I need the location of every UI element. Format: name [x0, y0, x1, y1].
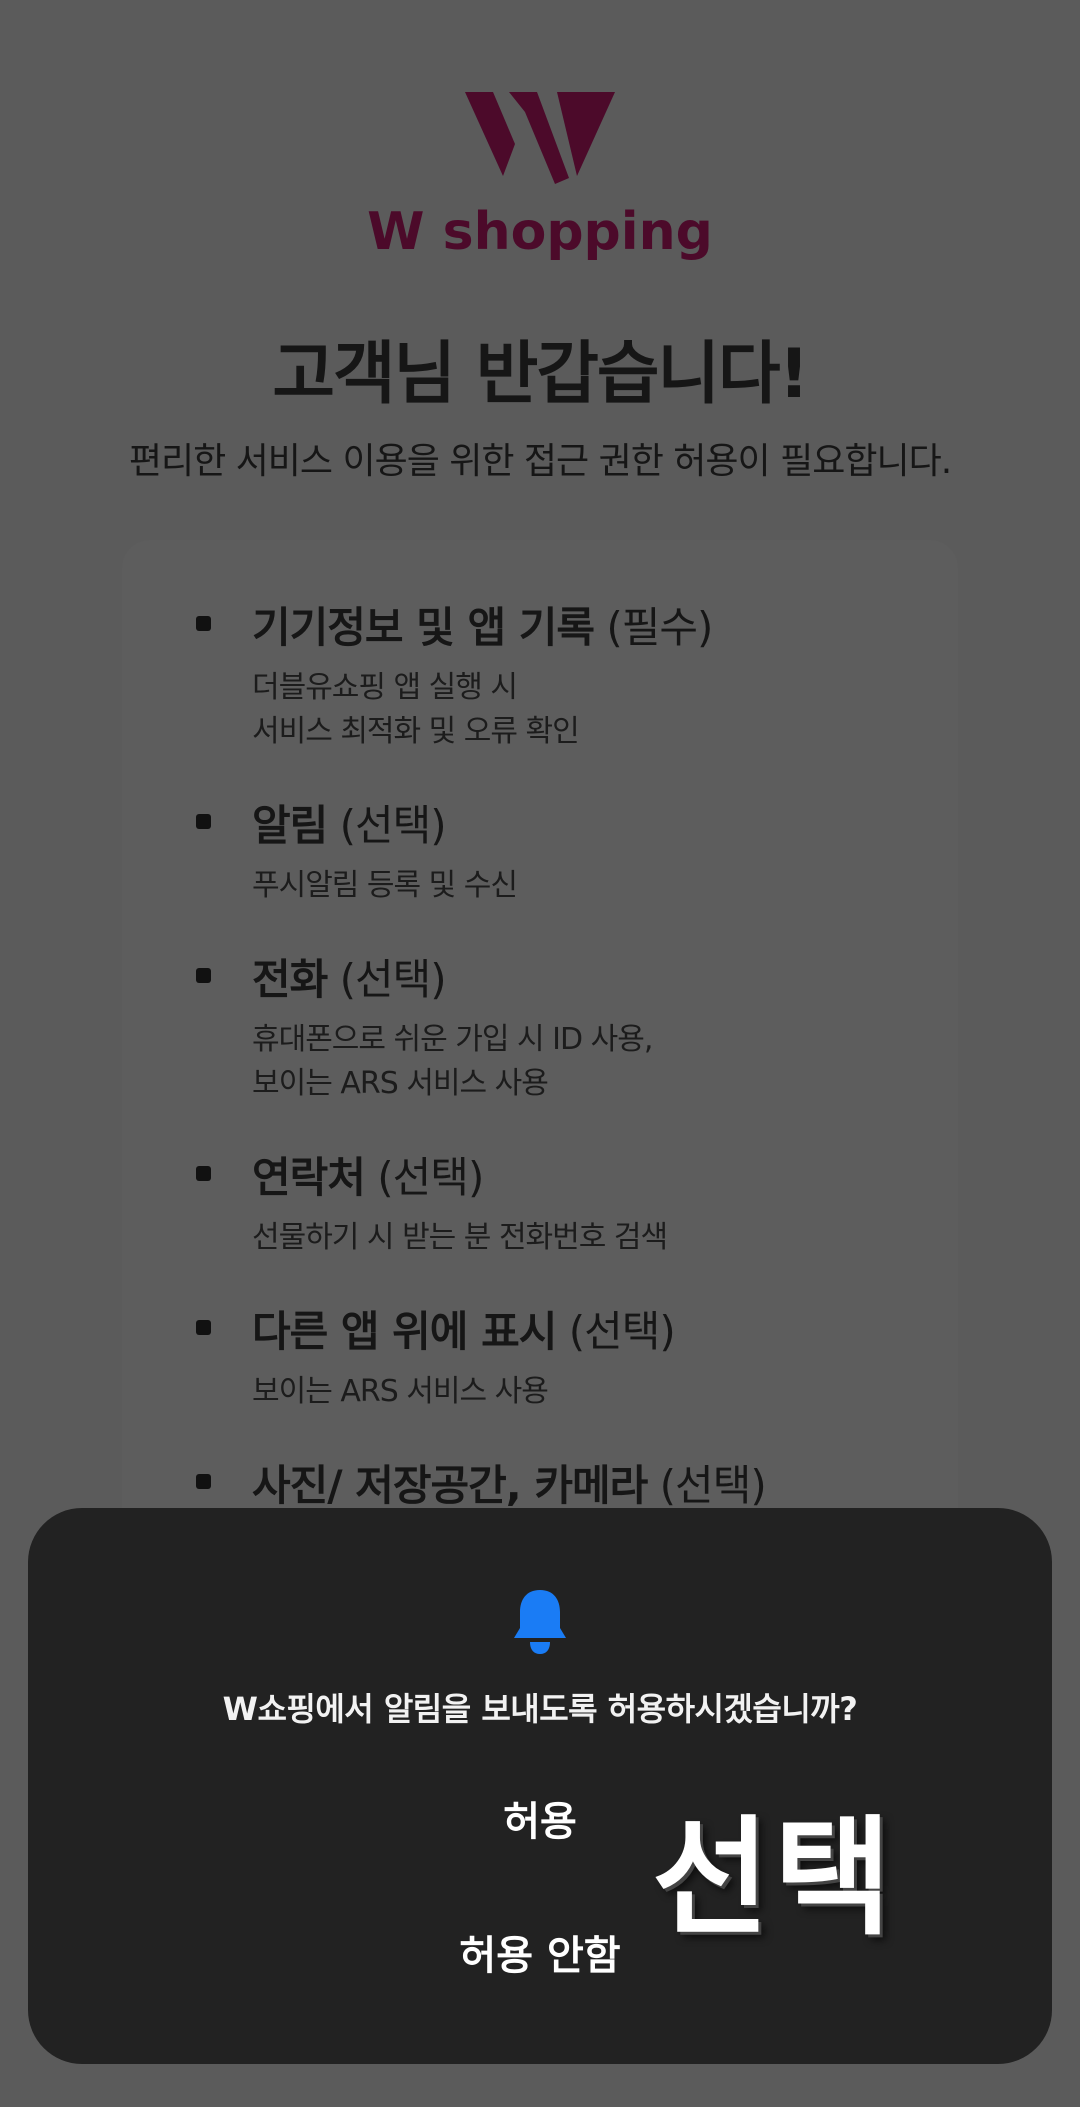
notification-permission-dialog: W쇼핑에서 알림을 보내도록 허용하시겠습니까? 허용 허용 안함: [28, 1508, 1052, 2064]
bullet-icon: [196, 814, 211, 829]
overlay-caption: 선택: [652, 1803, 896, 1953]
permission-name: 알림: [252, 801, 328, 850]
permission-tag: (선택): [339, 955, 447, 1004]
permission-desc: 선물하기 시 받는 분 전화번호 검색: [252, 1220, 668, 1255]
permission-screen: W shopping 고객님 반갑습니다! 편리한 서비스 이용을 위한 접근 …: [0, 0, 1080, 2107]
bell-icon: [514, 1590, 566, 1654]
bullet-icon: [196, 1166, 211, 1181]
permission-desc: 휴대폰으로 쉬운 가입 시 ID 사용,: [252, 1022, 653, 1057]
bullet-icon: [196, 616, 211, 631]
permission-desc: 보이는 ARS 서비스 사용: [252, 1066, 549, 1101]
permission-tag: (선택): [568, 1307, 676, 1356]
bullet-icon: [196, 1474, 211, 1489]
permission-name: 기기정보 및 앱 기록: [252, 603, 595, 652]
bullet-icon: [196, 968, 211, 983]
page-subtitle: 편리한 서비스 이용을 위한 접근 권한 허용이 필요합니다.: [128, 441, 952, 482]
permission-desc: 서비스 최적화 및 오류 확인: [252, 714, 580, 749]
permission-tag: (선택): [659, 1461, 767, 1510]
permission-name: 연락처: [252, 1153, 366, 1202]
permission-name: 사진/ 저장공간, 카메라: [252, 1461, 648, 1510]
w-logo-icon: [465, 92, 615, 184]
permission-desc: 보이는 ARS 서비스 사용: [252, 1374, 549, 1409]
dialog-message: W쇼핑에서 알림을 보내도록 허용하시겠습니까?: [222, 1690, 858, 1728]
permission-desc: 푸시알림 등록 및 수신: [252, 868, 518, 903]
logo: W shopping: [0, 92, 1080, 262]
permission-desc: 더블유쇼핑 앱 실행 시: [252, 670, 518, 705]
permission-name: 다른 앱 위에 표시: [252, 1307, 557, 1356]
bullet-icon: [196, 1320, 211, 1335]
page-title: 고객님 반갑습니다!: [272, 335, 809, 414]
permission-name: 전화: [252, 955, 328, 1004]
permission-tag: (선택): [339, 801, 447, 850]
permission-tag: (선택): [377, 1153, 484, 1202]
logo-text: W shopping: [367, 202, 713, 262]
permission-tag: (필수): [606, 603, 713, 652]
